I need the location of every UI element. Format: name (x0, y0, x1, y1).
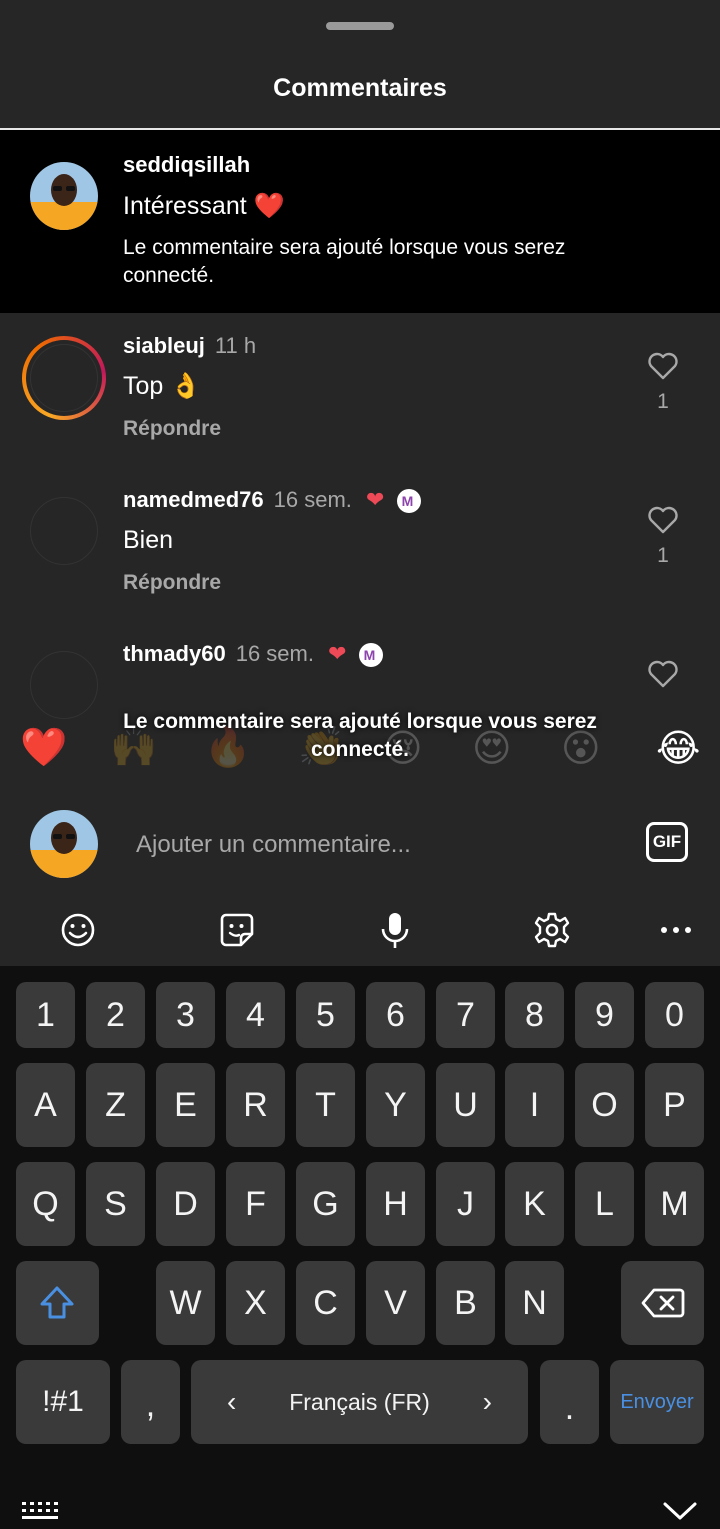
key-6[interactable]: 6 (366, 982, 425, 1048)
key-n[interactable]: N (505, 1261, 564, 1345)
gif-button[interactable]: GIF (646, 822, 688, 862)
key-p[interactable]: P (645, 1063, 704, 1147)
key-q[interactable]: Q (16, 1162, 75, 1246)
key-x[interactable]: X (226, 1261, 285, 1345)
chevron-left-icon[interactable]: ‹ (227, 1360, 236, 1444)
key-8[interactable]: 8 (505, 982, 564, 1048)
backspace-icon (641, 1288, 685, 1318)
space-key[interactable]: ‹ Français (FR) › (191, 1360, 528, 1444)
keyboard-language-label: Français (FR) (289, 1389, 430, 1415)
reply-button[interactable]: Répondre (123, 417, 221, 441)
shift-key[interactable] (16, 1261, 99, 1345)
author-avatar-icon: M (358, 643, 383, 668)
key-l[interactable]: L (575, 1162, 634, 1246)
username-label[interactable]: siableuj (123, 333, 205, 358)
emoji-laughing[interactable]: 😂 (656, 726, 700, 771)
emoji-red-heart[interactable]: ❤️ (20, 726, 67, 770)
liked-by-author-heart-icon: ❤ (366, 487, 385, 512)
drag-handle[interactable] (326, 22, 394, 30)
comment-input[interactable]: Ajouter un commentaire... (136, 831, 411, 859)
key-0[interactable]: 0 (645, 982, 704, 1048)
comment-username[interactable]: siableuj 11 h (123, 333, 256, 359)
key-g[interactable]: G (296, 1162, 355, 1246)
comments-sheet-header: Commentaires (0, 0, 720, 130)
key-r[interactable]: R (226, 1063, 285, 1147)
period-key[interactable]: . (540, 1360, 599, 1444)
pending-comment: seddiqsillah Intéressant ❤️ Le commentai… (0, 130, 720, 313)
avatar[interactable] (30, 162, 98, 230)
key-c[interactable]: C (296, 1261, 355, 1345)
microphone-icon[interactable] (375, 910, 415, 950)
comment-text: Intéressant ❤️ (123, 192, 285, 221)
pending-note: Le commentaire sera ajouté lorsque vous … (123, 236, 566, 287)
keyboard-toolbar (0, 898, 720, 966)
username-label[interactable]: thmady60 (123, 641, 226, 666)
key-t[interactable]: T (296, 1063, 355, 1147)
key-9[interactable]: 9 (575, 982, 634, 1048)
key-k[interactable]: K (505, 1162, 564, 1246)
comment-username[interactable]: thmady60 16 sem. ❤ M (123, 641, 383, 668)
like-heart-icon[interactable] (647, 506, 679, 534)
chevron-right-icon[interactable]: › (483, 1360, 492, 1444)
key-1[interactable]: 1 (16, 982, 75, 1048)
login-required-toast: Le commentaire sera ajouté lorsque vous … (123, 710, 597, 761)
avatar (30, 810, 98, 878)
more-icon[interactable] (656, 910, 696, 950)
liked-by-author-heart-icon: ❤ (328, 641, 347, 666)
key-2[interactable]: 2 (86, 982, 145, 1048)
comma-key[interactable]: , (121, 1360, 180, 1444)
like-heart-icon[interactable] (647, 660, 679, 688)
username-label[interactable]: namedmed76 (123, 487, 264, 512)
key-e[interactable]: E (156, 1063, 215, 1147)
keyboard-switch-icon[interactable] (20, 1500, 60, 1524)
comment-text: Bien (123, 526, 174, 554)
key-j[interactable]: J (436, 1162, 495, 1246)
key-z[interactable]: Z (86, 1063, 145, 1147)
comment-text-body: Intéressant (123, 192, 247, 220)
like-count: 1 (657, 390, 669, 413)
key-y[interactable]: Y (366, 1063, 425, 1147)
key-f[interactable]: F (226, 1162, 285, 1246)
comment-text: Top 👌 (123, 372, 202, 400)
story-ring-avatar[interactable] (22, 336, 106, 420)
like-heart-icon[interactable] (647, 352, 679, 380)
avatar[interactable] (30, 497, 98, 565)
hide-keyboard-chevron-icon[interactable] (662, 1500, 698, 1522)
emoji-icon[interactable] (58, 910, 98, 950)
key-u[interactable]: U (436, 1063, 495, 1147)
shift-arrow-icon (40, 1286, 74, 1319)
key-w[interactable]: W (156, 1261, 215, 1345)
comment-time: 16 sem. (273, 487, 352, 512)
key-d[interactable]: D (156, 1162, 215, 1246)
settings-icon[interactable] (532, 910, 572, 950)
key-v[interactable]: V (366, 1261, 425, 1345)
sticker-icon[interactable] (217, 910, 257, 950)
like-count: 1 (657, 544, 669, 567)
send-key[interactable]: Envoyer (610, 1360, 704, 1444)
author-avatar-icon: M (396, 489, 421, 514)
key-i[interactable]: I (505, 1063, 564, 1147)
key-4[interactable]: 4 (226, 982, 285, 1048)
key-7[interactable]: 7 (436, 982, 495, 1048)
comment-time: 16 sem. (235, 641, 314, 666)
red-heart-emoji: ❤️ (253, 192, 285, 220)
sheet-title: Commentaires (273, 74, 447, 102)
reply-button[interactable]: Répondre (123, 571, 221, 595)
comment-username[interactable]: namedmed76 16 sem. ❤ M (123, 487, 421, 514)
virtual-keyboard (0, 966, 720, 1529)
symbols-key[interactable]: !#1 (16, 1360, 110, 1444)
key-a[interactable]: A (16, 1063, 75, 1147)
backspace-key[interactable] (621, 1261, 704, 1345)
key-s[interactable]: S (86, 1162, 145, 1246)
comment-time: 11 h (214, 333, 257, 358)
key-o[interactable]: O (575, 1063, 634, 1147)
key-h[interactable]: H (366, 1162, 425, 1246)
key-m[interactable]: M (645, 1162, 704, 1246)
key-5[interactable]: 5 (296, 982, 355, 1048)
key-3[interactable]: 3 (156, 982, 215, 1048)
comment-username[interactable]: seddiqsillah (123, 152, 250, 178)
key-b[interactable]: B (436, 1261, 495, 1345)
